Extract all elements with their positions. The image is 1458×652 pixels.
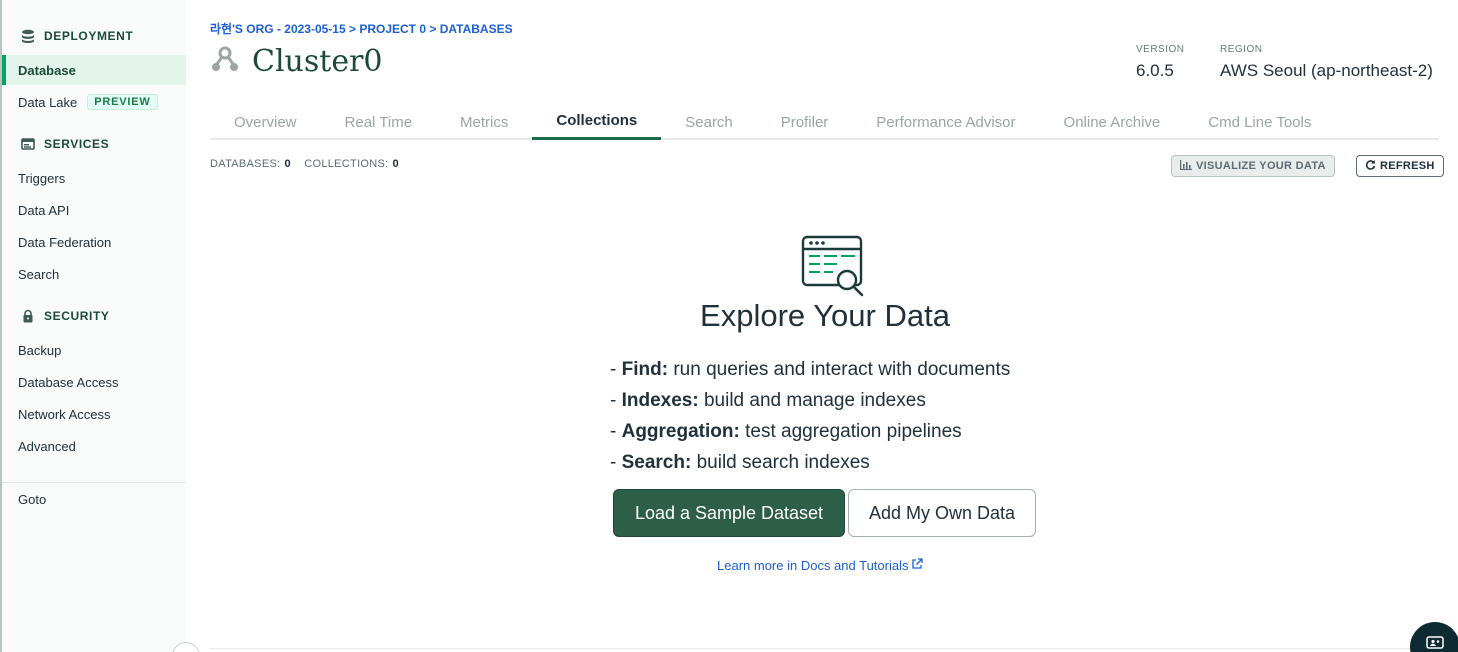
region-label: REGION	[1220, 44, 1263, 55]
collections-count-label: COLLECTIONS:	[304, 158, 389, 170]
sidebar-item-label: Triggers	[18, 170, 66, 186]
sidebar-item-label: Database Access	[18, 374, 119, 390]
sidebar-divider	[2, 482, 186, 483]
data-explorer-icon	[800, 234, 866, 303]
load-sample-dataset-button[interactable]: Load a Sample Dataset	[613, 489, 845, 537]
collection-stats: DATABASES: 0 COLLECTIONS: 0	[210, 158, 409, 170]
visualize-data-button[interactable]: VISUALIZE YOUR DATA	[1171, 155, 1335, 177]
list-item: - Aggregation: test aggregation pipeline…	[610, 421, 962, 442]
list-item: - Find: run queries and interact with do…	[610, 359, 1011, 380]
sidebar-item-data-lake[interactable]: Data Lake PREVIEW	[2, 87, 186, 117]
refresh-icon	[1365, 159, 1376, 173]
version-block: VERSION 6.0.5	[1136, 44, 1185, 81]
sidebar-item-data-federation[interactable]: Data Federation	[2, 227, 186, 257]
tab-performance-advisor[interactable]: Performance Advisor	[852, 104, 1039, 140]
databases-count-label: DATABASES:	[210, 158, 281, 170]
feature-desc: test aggregation pipelines	[745, 421, 962, 442]
feature-desc: build and manage indexes	[703, 390, 926, 411]
refresh-button[interactable]: REFRESH	[1356, 155, 1444, 177]
tab-profiler[interactable]: Profiler	[757, 104, 853, 140]
cluster-title: Cluster0	[252, 44, 383, 79]
collections-count: 0	[392, 158, 399, 170]
databases-count: 0	[284, 158, 291, 170]
empty-state-title: Explore Your Data	[700, 298, 950, 333]
sidebar-item-label: Database	[18, 62, 76, 78]
docs-link-label: Learn more in Docs and Tutorials	[717, 558, 909, 573]
sidebar-item-label: Advanced	[18, 438, 76, 454]
sidebar-item-backup[interactable]: Backup	[2, 335, 186, 365]
feature-desc: run queries and interact with documents	[673, 359, 1011, 380]
feature-name: Find:	[621, 359, 669, 380]
sidebar-item-label: Data Lake	[18, 94, 78, 110]
sidebar-item-search[interactable]: Search	[2, 259, 186, 289]
sidebar-item-advanced[interactable]: Advanced	[2, 431, 186, 461]
sidebar-item-label: Network Access	[18, 406, 111, 422]
tab-overview[interactable]: Overview	[210, 104, 321, 140]
tab-search[interactable]: Search	[661, 104, 757, 140]
tab-online-archive[interactable]: Online Archive	[1040, 104, 1185, 140]
refresh-label: REFRESH	[1380, 160, 1435, 172]
version-label: VERSION	[1136, 44, 1185, 55]
add-my-own-data-button[interactable]: Add My Own Data	[848, 489, 1036, 537]
feature-list: - Find: run queries and interact with do…	[610, 354, 1010, 478]
cluster-icon	[210, 44, 240, 79]
stack-icon	[20, 28, 36, 44]
sidebar-item-label: Search	[18, 266, 60, 282]
docs-tutorials-link[interactable]: Learn more in Docs and Tutorials	[717, 558, 924, 573]
sidebar-item-label: Goto	[18, 491, 47, 507]
sidebar-item-goto[interactable]: Goto	[2, 484, 186, 514]
section-deployment: DEPLOYMENT	[20, 28, 133, 44]
visualize-data-label: VISUALIZE YOUR DATA	[1196, 160, 1326, 172]
chat-icon	[1426, 636, 1444, 652]
list-item: - Indexes: build and manage indexes	[610, 390, 926, 411]
external-link-icon	[911, 558, 924, 573]
feature-desc: build search indexes	[696, 452, 870, 473]
sidebar-item-database[interactable]: Database	[2, 55, 186, 85]
region-block: REGION AWS Seoul (ap-northeast-2)	[1220, 44, 1433, 81]
cluster-header: Cluster0	[210, 44, 383, 79]
tab-real-time[interactable]: Real Time	[321, 104, 437, 140]
bottom-divider	[210, 648, 1439, 649]
bar-chart-icon	[1180, 159, 1192, 173]
tab-metrics[interactable]: Metrics	[436, 104, 532, 140]
preview-badge: PREVIEW	[87, 94, 158, 110]
terminal-icon	[20, 136, 36, 152]
region-value: AWS Seoul (ap-northeast-2)	[1220, 61, 1433, 80]
breadcrumb[interactable]: 라현'S ORG - 2023-05-15 > PROJECT 0 > DATA…	[210, 20, 513, 37]
sidebar-item-label: Data Federation	[18, 234, 112, 250]
sidebar-item-data-api[interactable]: Data API	[2, 195, 186, 225]
sidebar-item-label: Backup	[18, 342, 62, 358]
tab-collections[interactable]: Collections	[532, 104, 662, 140]
version-value: 6.0.5	[1136, 61, 1174, 80]
section-title: SERVICES	[44, 137, 110, 151]
feature-name: Aggregation:	[621, 421, 740, 442]
feature-name: Search:	[621, 452, 692, 473]
sidebar-item-triggers[interactable]: Triggers	[2, 163, 186, 193]
sidebar-item-network-access[interactable]: Network Access	[2, 399, 186, 429]
support-chat-button[interactable]	[1410, 622, 1458, 652]
feature-name: Indexes:	[621, 390, 699, 411]
list-item: - Search: build search indexes	[610, 452, 870, 473]
sidebar-item-database-access[interactable]: Database Access	[2, 367, 186, 397]
tab-cmd-line-tools[interactable]: Cmd Line Tools	[1184, 104, 1335, 140]
section-title: DEPLOYMENT	[44, 29, 134, 43]
tab-bar: Overview Real Time Metrics Collections S…	[210, 104, 1439, 140]
sidebar-item-label: Data API	[18, 202, 70, 218]
section-services: SERVICES	[20, 136, 109, 152]
